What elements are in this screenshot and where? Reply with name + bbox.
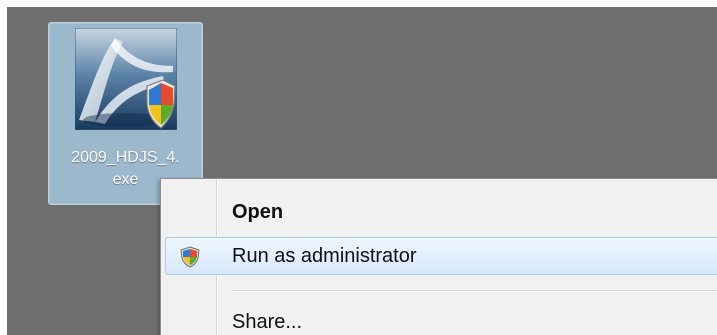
uac-shield-icon xyxy=(180,246,200,268)
menu-item-share[interactable]: Share... xyxy=(161,304,717,335)
menu-item-run-as-administrator-label: Run as administrator xyxy=(232,245,417,267)
application-icon xyxy=(75,28,177,130)
menu-item-share-label: Share... xyxy=(232,311,303,333)
desktop: 2009_HDJS_4. exe Open Run as administrat… xyxy=(7,7,717,335)
context-menu: Open Run as administrator Share... xyxy=(160,178,717,335)
file-name-line-1: 2009_HDJS_4. xyxy=(71,149,180,166)
menu-separator xyxy=(232,290,717,292)
menu-item-open[interactable]: Open xyxy=(161,194,717,232)
menu-item-run-as-administrator[interactable]: Run as administrator xyxy=(165,237,717,275)
menu-item-open-label: Open xyxy=(232,201,284,223)
